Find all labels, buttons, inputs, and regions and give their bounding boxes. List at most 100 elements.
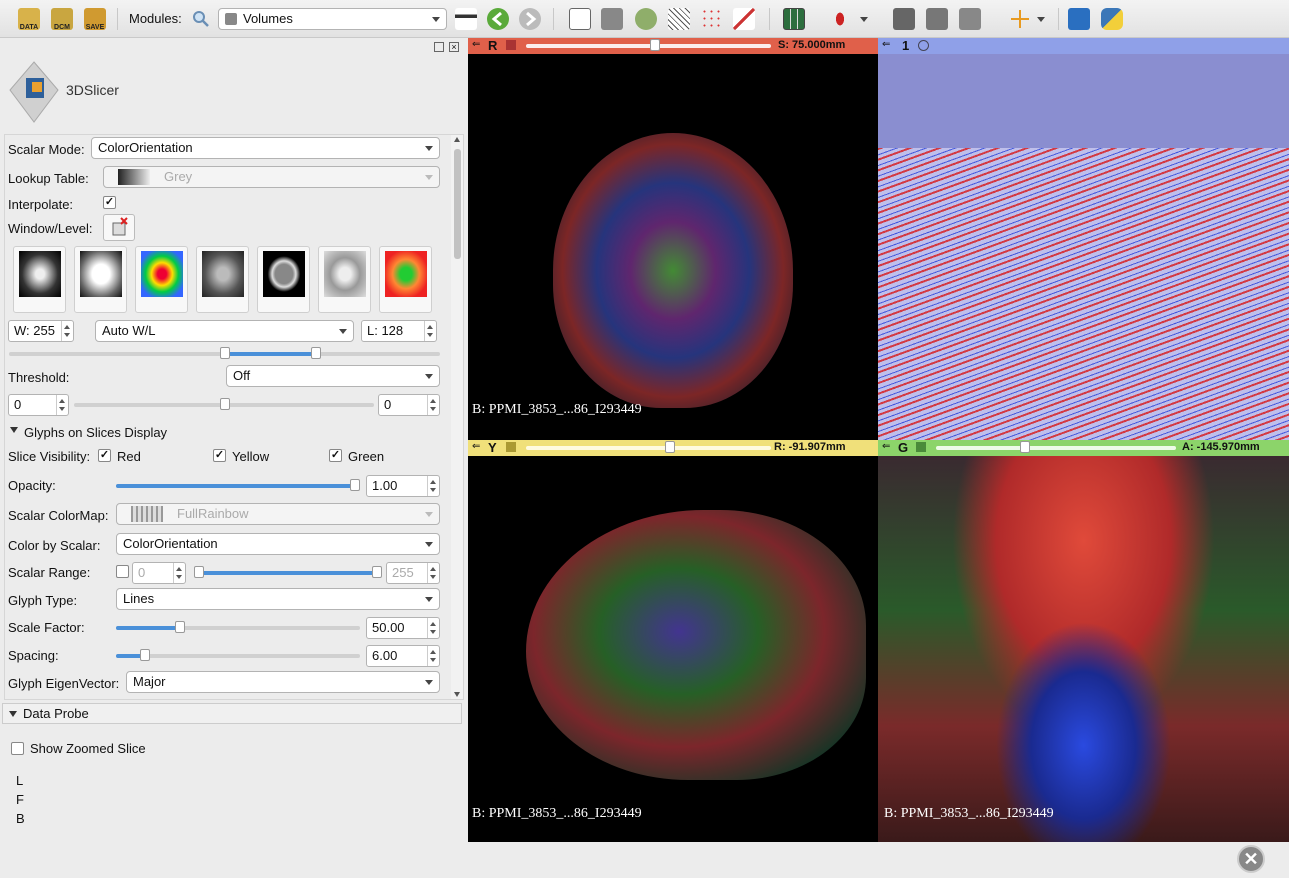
scale-factor-handle[interactable]: [175, 621, 185, 633]
pin-icon[interactable]: ⇐: [882, 39, 890, 50]
threshold-handle[interactable]: [220, 398, 230, 410]
threshold-slider[interactable]: [74, 398, 374, 410]
green-offset-handle[interactable]: [1020, 441, 1030, 453]
spacing-handle[interactable]: [140, 649, 150, 661]
module-selector[interactable]: Volumes: [218, 8, 447, 30]
extensions-icon[interactable]: [1068, 8, 1090, 30]
scene-restore-icon[interactable]: [959, 8, 981, 30]
opacity-spinbox[interactable]: 1.00: [366, 475, 440, 497]
glyph-type-select[interactable]: Lines: [116, 588, 440, 610]
interpolate-checkbox[interactable]: ✓: [103, 196, 116, 209]
scale-factor-slider[interactable]: [116, 621, 360, 633]
window-min-handle[interactable]: [220, 347, 230, 359]
collapse-icon[interactable]: [10, 427, 18, 433]
preset-ct-lung[interactable]: [318, 246, 371, 313]
transforms-icon[interactable]: [668, 8, 690, 30]
link-icon[interactable]: [506, 40, 516, 50]
window-level-edit-button[interactable]: [103, 214, 135, 241]
green-slice-view[interactable]: ⇐ G A: -145.970mm B: PPMI_3853_...86_I29…: [878, 440, 1289, 842]
preset-ct-brain[interactable]: [257, 246, 310, 313]
color-by-scalar-select[interactable]: ColorOrientation: [116, 533, 440, 555]
opacity-handle[interactable]: [350, 479, 360, 491]
crosshair-icon[interactable]: [1009, 8, 1031, 30]
collapse-icon[interactable]: [9, 711, 17, 717]
opacity-slider[interactable]: [116, 479, 360, 491]
red-offset-handle[interactable]: [650, 39, 660, 51]
yellow-slice-view[interactable]: ⇐ Y R: -91.907mm B: PPMI_3853_...86_I293…: [468, 440, 878, 842]
chevron-down-icon[interactable]: [860, 17, 868, 22]
editor-icon[interactable]: [733, 8, 755, 30]
preset-ct-abdomen[interactable]: [196, 246, 249, 313]
scrollbar[interactable]: [451, 135, 463, 699]
yellow-visibility-checkbox[interactable]: ✓: [213, 449, 226, 462]
scrollbar-thumb[interactable]: [454, 149, 461, 259]
data-probe-header[interactable]: Data Probe: [2, 703, 462, 724]
yellow-offset-handle[interactable]: [665, 441, 675, 453]
link-icon[interactable]: [916, 442, 926, 452]
window-level-range-slider[interactable]: [9, 347, 440, 359]
yellow-offset-slider[interactable]: [526, 441, 771, 453]
red-offset-slider[interactable]: [526, 39, 771, 51]
scalar-mode-select[interactable]: ColorOrientation: [91, 137, 440, 159]
pin-icon[interactable]: ⇐: [882, 441, 890, 452]
view-layout: ⇐ R S: 75.000mm B: PPMI_3853_...86_I2934…: [468, 38, 1289, 842]
scene-view-icon[interactable]: [926, 8, 948, 30]
pin-icon[interactable]: ⇐: [472, 39, 480, 50]
color-by-scalar-label: Color by Scalar:: [8, 538, 101, 553]
data-module-icon[interactable]: [569, 8, 591, 30]
close-icon[interactable]: ×: [449, 42, 459, 52]
auto-wl-select[interactable]: Auto W/L: [95, 320, 354, 342]
show-zoomed-checkbox[interactable]: [11, 742, 24, 755]
window-spinbox[interactable]: W: 255: [8, 320, 74, 342]
scalar-range-max-handle[interactable]: [372, 566, 382, 578]
threshold-value: Off: [233, 368, 251, 383]
crosshair-mode-icon[interactable]: [833, 8, 847, 30]
models-icon[interactable]: [635, 8, 657, 30]
three-d-view[interactable]: ⇐ 1: [878, 38, 1289, 440]
gear-icon[interactable]: [918, 40, 929, 51]
volumes-cube-icon[interactable]: [601, 8, 623, 30]
screenshot-icon[interactable]: [893, 8, 915, 30]
eigenvector-select[interactable]: Major: [126, 671, 440, 693]
close-error-log-button[interactable]: ✕: [1237, 845, 1265, 873]
forward-arrow-icon[interactable]: [519, 8, 541, 30]
scale-factor-spinbox[interactable]: 50.00: [366, 617, 440, 639]
red-visibility-checkbox[interactable]: ✓: [98, 449, 111, 462]
lookup-table-select[interactable]: Grey: [103, 166, 440, 188]
layout-icon[interactable]: [783, 8, 805, 30]
threshold-max-spinbox[interactable]: 0: [378, 394, 440, 416]
markups-icon[interactable]: [701, 8, 723, 30]
float-icon[interactable]: [434, 42, 444, 52]
glyphs-section-title[interactable]: Glyphs on Slices Display: [24, 425, 167, 440]
chevron-down-icon[interactable]: [1037, 17, 1045, 22]
save-icon[interactable]: SAVE: [84, 8, 106, 31]
red-slice-view[interactable]: ⇐ R S: 75.000mm B: PPMI_3853_...86_I2934…: [468, 38, 878, 440]
level-spinbox[interactable]: L: 128: [361, 320, 437, 342]
preset-dti[interactable]: [379, 246, 432, 313]
green-offset-slider[interactable]: [936, 441, 1176, 453]
threshold-select[interactable]: Off: [226, 365, 440, 387]
dcm-load-icon[interactable]: DCM: [51, 8, 73, 31]
preset-pet[interactable]: [135, 246, 188, 313]
scalar-range-checkbox[interactable]: [116, 565, 129, 578]
spacing-spinbox[interactable]: 6.00: [366, 645, 440, 667]
view-mode-icon[interactable]: [455, 8, 477, 30]
data-load-icon[interactable]: DATA: [18, 8, 40, 31]
scalar-range-min-handle[interactable]: [194, 566, 204, 578]
threshold-min-spinbox[interactable]: 0: [8, 394, 69, 416]
window-max-handle[interactable]: [311, 347, 321, 359]
spacing-slider[interactable]: [116, 649, 360, 661]
link-icon[interactable]: [506, 442, 516, 452]
scalar-colormap-select[interactable]: FullRainbow: [116, 503, 440, 525]
probe-l-label: L: [16, 773, 24, 788]
preset-ct-bone[interactable]: [13, 246, 66, 313]
back-arrow-icon[interactable]: [487, 8, 509, 30]
preset-ct-air[interactable]: [74, 246, 127, 313]
scalar-range-max-spinbox[interactable]: 255: [386, 562, 440, 584]
scalar-range-min-spinbox[interactable]: 0: [132, 562, 186, 584]
green-visibility-checkbox[interactable]: ✓: [329, 449, 342, 462]
scalar-range-slider[interactable]: [194, 566, 382, 578]
pin-icon[interactable]: ⇐: [472, 441, 480, 452]
python-icon[interactable]: [1101, 8, 1123, 30]
module-search-icon[interactable]: [192, 10, 210, 28]
